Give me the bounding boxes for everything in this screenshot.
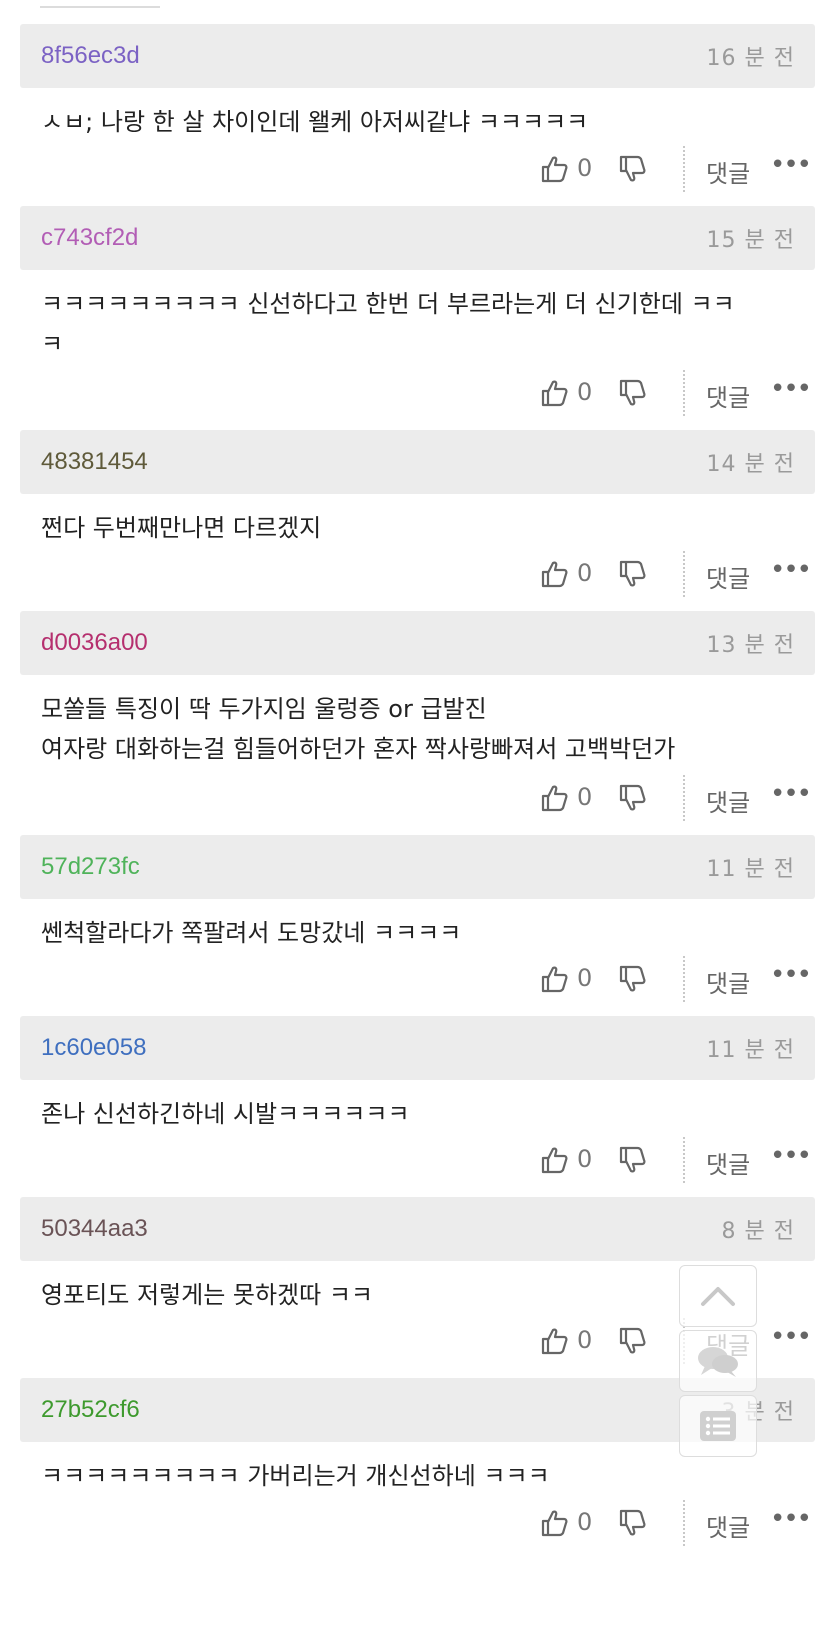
like-count: 0 — [577, 1145, 593, 1173]
comment-timestamp: 11 분 전 — [706, 1038, 795, 1063]
thumbs-up-icon[interactable] — [540, 964, 570, 994]
reply-button[interactable]: 댓글 — [706, 154, 750, 189]
reply-button[interactable]: 댓글 — [706, 559, 750, 594]
chat-bubbles-icon — [698, 1347, 738, 1377]
comment-item: 57d273fc 11 분 전쎈척할라다가 쪽팔려서 도망갔네 ㅋㅋㅋㅋ 0 댓글 ••… — [20, 835, 815, 1002]
comment-actions: 0 댓글 ••• — [540, 551, 815, 597]
thumbs-down-icon[interactable] — [618, 783, 648, 813]
comment-text: 쩐다 두번째만나면 다르겠지 — [41, 514, 322, 542]
comment-timestamp: 16 분 전 — [706, 46, 795, 71]
comment-item: 8f56ec3d 16 분 전 ㅅㅂ; 나랑 한 살 차이인데 왤케 아저씨같냐 ㅋ… — [20, 24, 815, 192]
comment-actions: 0 댓글 ••• — [540, 775, 815, 821]
comment-actions: 0 댓글 ••• — [540, 370, 815, 416]
comment-username[interactable]: d0036a00 — [41, 629, 148, 657]
thumbs-down-icon[interactable] — [618, 154, 648, 184]
comment-username[interactable]: 57d273fc — [41, 853, 140, 881]
comment-timestamp: 14 분 전 — [706, 452, 795, 477]
thumbs-up-icon[interactable] — [540, 1508, 570, 1538]
comment-item: 1c60e058 11 분 전존나 신선하긴하네 시발ㅋㅋㅋㅋㅋㅋ 0 댓글 ••• — [20, 1016, 815, 1183]
more-options-icon[interactable]: ••• — [770, 374, 812, 404]
thumbs-down-icon[interactable] — [618, 1508, 648, 1538]
comment-username[interactable]: 8f56ec3d — [41, 42, 140, 70]
thumbs-up-icon[interactable] — [540, 378, 570, 408]
comment-timestamp: 13 분 전 — [706, 633, 795, 658]
reply-button[interactable]: 댓글 — [706, 378, 750, 413]
more-options-icon[interactable]: ••• — [770, 779, 812, 809]
comment-text: 존나 신선하긴하네 시발ㅋㅋㅋㅋㅋㅋ — [41, 1100, 410, 1128]
comment-actions: 0댓글••• — [540, 1318, 815, 1364]
comment-header: 48381454 14 분 전 — [20, 430, 815, 494]
thumbs-up-icon[interactable] — [540, 1145, 570, 1175]
more-options-icon[interactable]: ••• — [770, 150, 812, 180]
reply-button[interactable]: 댓글 — [706, 783, 750, 818]
more-options-icon[interactable]: ••• — [770, 1504, 812, 1534]
comment-text: 쎈척할라다가 쪽팔려서 도망갔네 ㅋㅋㅋㅋ — [41, 919, 462, 947]
comments-shortcut-button[interactable] — [679, 1330, 757, 1392]
like-count: 0 — [577, 1326, 593, 1354]
comment-item: d0036a00 13 분 전모쏠들 특징이 딱 두가지임 울렁증 or 급발진 … — [20, 611, 815, 821]
thumbs-up-icon[interactable] — [540, 783, 570, 813]
like-count: 0 — [577, 559, 593, 587]
comment-username[interactable]: 1c60e058 — [41, 1034, 146, 1062]
thumbs-down-icon[interactable] — [618, 559, 648, 589]
comment-item: 48381454 14 분 전쩐다 두번째만나면 다르겠지 0 댓글 ••• — [20, 430, 815, 597]
comment-header: 50344aa3 8 분 전 — [20, 1197, 815, 1261]
comment-username[interactable]: 27b52cf6 — [41, 1396, 140, 1424]
more-options-icon[interactable]: ••• — [770, 1322, 812, 1352]
comment-text: ㅋㅋㅋㅋㅋㅋㅋㅋㅋ 신선하다고 한번 더 부르라는게 더 신기한데 ㅋㅋ ㅋ — [41, 290, 735, 358]
like-count: 0 — [577, 154, 593, 182]
comment-text: 모쏠들 특징이 딱 두가지임 울렁증 or 급발진 여자랑 대화하는걸 힘들어하… — [41, 695, 676, 763]
reply-button[interactable]: 댓글 — [706, 1508, 750, 1543]
comment-item: c743cf2d 15 분 전 ㅋㅋㅋㅋㅋㅋㅋㅋㅋ 신선하다고 한번 더 부르라는게… — [20, 206, 815, 416]
divider — [683, 956, 685, 1002]
comment-header: 8f56ec3d 16 분 전 — [20, 24, 815, 88]
divider — [683, 146, 685, 192]
more-options-icon[interactable]: ••• — [770, 555, 812, 585]
scroll-top-button[interactable] — [679, 1265, 757, 1327]
comment-header: c743cf2d 15 분 전 — [20, 206, 815, 270]
divider — [683, 370, 685, 416]
thumbs-up-icon[interactable] — [540, 559, 570, 589]
thumbs-down-icon[interactable] — [618, 1326, 648, 1356]
divider — [683, 775, 685, 821]
like-count: 0 — [577, 1508, 593, 1536]
thumbs-up-icon[interactable] — [540, 154, 570, 184]
thumbs-down-icon[interactable] — [618, 378, 648, 408]
reply-button[interactable]: 댓글 — [706, 964, 750, 999]
comment-header: 57d273fc 11 분 전 — [20, 835, 815, 899]
chevron-up-icon — [701, 1287, 735, 1306]
thumbs-up-icon[interactable] — [540, 1326, 570, 1356]
thumbs-down-icon[interactable] — [618, 964, 648, 994]
comment-username[interactable]: c743cf2d — [41, 224, 138, 252]
previous-content-edge — [40, 0, 160, 8]
comment-actions: 0 댓글 ••• — [540, 1137, 815, 1183]
more-options-icon[interactable]: ••• — [770, 960, 812, 990]
comment-header: d0036a00 13 분 전 — [20, 611, 815, 675]
list-icon — [700, 1411, 736, 1441]
comment-username[interactable]: 48381454 — [41, 448, 148, 476]
like-count: 0 — [577, 378, 593, 406]
divider — [683, 1500, 685, 1546]
divider — [683, 551, 685, 597]
comment-actions: 0 댓글 ••• — [540, 1500, 815, 1546]
comment-timestamp: 11 분 전 — [706, 857, 795, 882]
comment-actions: 0 댓글 ••• — [540, 956, 815, 1002]
reply-button[interactable]: 댓글 — [706, 1145, 750, 1180]
list-view-button[interactable] — [679, 1395, 757, 1457]
comment-username[interactable]: 50344aa3 — [41, 1215, 148, 1243]
comment-header: 1c60e058 11 분 전 — [20, 1016, 815, 1080]
like-count: 0 — [577, 964, 593, 992]
comment-timestamp: 15 분 전 — [706, 228, 795, 253]
comment-text: ㅅㅂ; 나랑 한 살 차이인데 왤케 아저씨같냐 ㅋㅋㅋㅋㅋ — [41, 108, 589, 136]
comment-timestamp: 8 분 전 — [721, 1219, 795, 1244]
thumbs-down-icon[interactable] — [618, 1145, 648, 1175]
comment-actions: 0 댓글 ••• — [540, 146, 815, 192]
divider — [683, 1137, 685, 1183]
more-options-icon[interactable]: ••• — [770, 1141, 812, 1171]
like-count: 0 — [577, 783, 593, 811]
